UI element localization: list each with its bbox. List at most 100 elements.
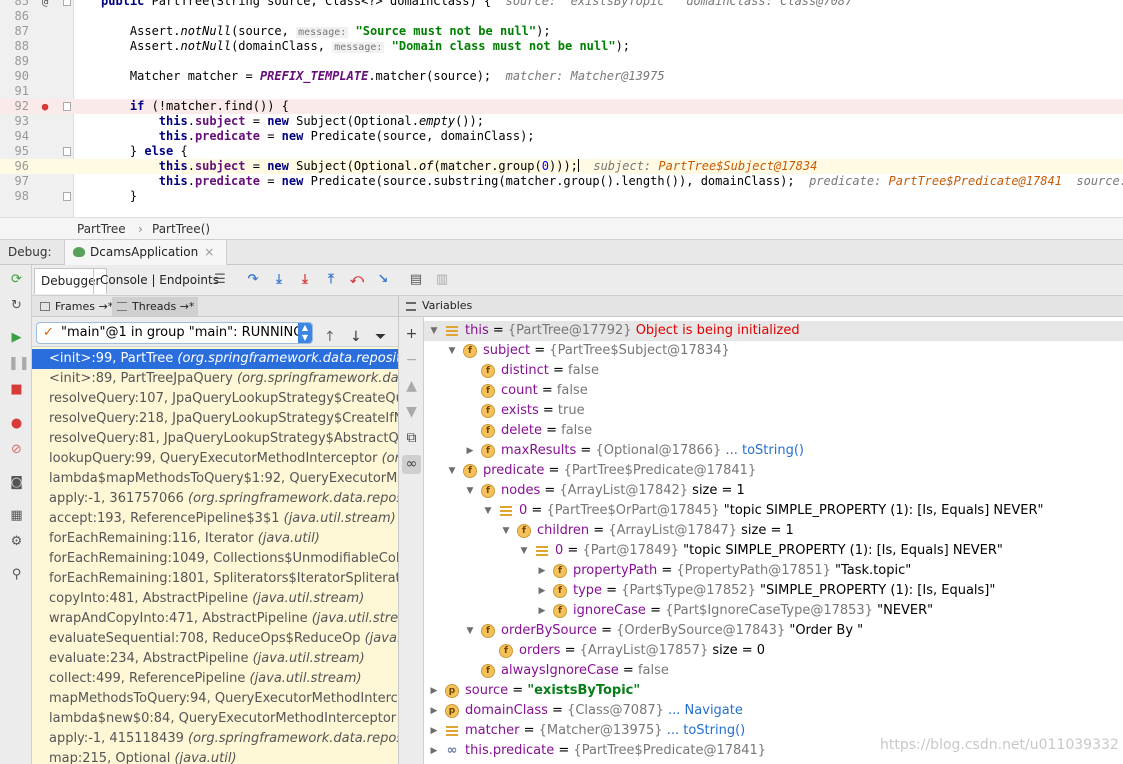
stack-frame[interactable]: map:215, Optional (java.util) [32, 749, 398, 764]
variable-action-link[interactable]: ... toString() [667, 723, 746, 738]
chevron-down-icon[interactable]: ▼ [482, 501, 494, 521]
pause-icon[interactable]: ❚❚ [8, 355, 30, 372]
chevron-right-icon[interactable]: ▶ [428, 741, 440, 761]
code-line[interactable]: 88 Assert.notNull(domainClass, message: … [0, 39, 1123, 54]
move-down-icon[interactable]: ▼ [402, 403, 421, 422]
resume-icon[interactable]: ▶ [8, 329, 25, 346]
chevron-right-icon[interactable]: ▶ [536, 601, 548, 621]
variable-action-link[interactable]: ... toString() [725, 443, 804, 458]
chevron-down-icon[interactable]: ▼ [446, 461, 458, 481]
code-line[interactable]: 98 } [0, 189, 1123, 204]
variable-row[interactable]: ▶ p domainClass = {Class@7087} ... Navigat… [424, 701, 1123, 721]
chevron-right-icon[interactable]: ▶ [428, 681, 440, 701]
line-number[interactable]: 89 [0, 54, 29, 69]
tab-console-endpoints[interactable]: Console | Endpoints [93, 268, 225, 294]
code-editor[interactable]: 85 @ public PartTree(String source, Class<… [0, 0, 1123, 217]
settings-gear-icon[interactable]: ⚙ [8, 533, 25, 550]
fold-icon[interactable] [63, 0, 71, 6]
stack-frame[interactable]: forEachRemaining:116, Iterator (java.uti… [32, 529, 398, 549]
variable-row[interactable]: ▼ f subject = {PartTree$Subject@17834} [424, 341, 1123, 361]
line-number[interactable]: 93 [0, 114, 29, 129]
variable-row[interactable]: f orders = {ArrayList@17857} size = 0 [424, 641, 1123, 661]
chevron-down-icon[interactable]: ▼ [464, 481, 476, 501]
code-line[interactable]: 94 this.predicate = new Predicate(source… [0, 129, 1123, 144]
tab-threads[interactable]: Threads →* [112, 297, 199, 316]
code-line[interactable]: 85 @ public PartTree(String source, Class<… [0, 0, 1123, 9]
mute-breakpoints-icon[interactable]: ⊘ [8, 441, 25, 458]
line-number[interactable]: 85 [0, 0, 29, 9]
stack-frame[interactable]: forEachRemaining:1049, Collections$Unmod… [32, 549, 398, 569]
variable-action-link[interactable]: ... Navigate [668, 703, 743, 718]
variable-row[interactable]: ▼ f orderBySource = {OrderBySource@17843} … [424, 621, 1123, 641]
copy-icon[interactable]: ⧉ [402, 429, 421, 448]
line-number[interactable]: 97 [0, 174, 29, 189]
line-number[interactable]: 90 [0, 69, 29, 84]
refresh-icon[interactable]: ↻ [8, 297, 25, 314]
line-number[interactable]: 96 [0, 159, 29, 174]
stack-frame[interactable]: <init>:99, PartTree (org.springframework… [32, 349, 398, 369]
chevron-right-icon[interactable]: ▶ [428, 701, 440, 721]
add-watch-icon[interactable]: + [402, 325, 421, 344]
stack-frame[interactable]: collect:499, ReferencePipeline (java.uti… [32, 669, 398, 689]
breadcrumb-class[interactable]: PartTree [77, 218, 126, 240]
step-over-icon[interactable]: ↷ [243, 270, 263, 290]
step-out-icon[interactable]: ⤒ [321, 270, 341, 290]
variable-row[interactable]: ▼ 0 = {Part@17849} "topic SIMPLE_PROPERTY… [424, 541, 1123, 561]
override-icon[interactable]: @ [38, 0, 52, 9]
code-line[interactable]: 89 [0, 54, 1123, 69]
stop-icon[interactable]: ■ [8, 381, 25, 398]
line-number[interactable]: 88 [0, 39, 29, 54]
variable-row[interactable]: ▶ f ignoreCase = {Part$IgnoreCaseType@1785… [424, 601, 1123, 621]
variable-row[interactable]: f count = false [424, 381, 1123, 401]
variable-row[interactable]: ▼ f predicate = {PartTree$Predicate@17841} [424, 461, 1123, 481]
code-line[interactable]: 86 [0, 9, 1123, 24]
fold-icon[interactable] [63, 147, 71, 156]
line-number[interactable]: 87 [0, 24, 29, 39]
thread-selector[interactable]: ✓ "main"@1 in group "main": RUNNING ▲ ▼ [36, 322, 313, 344]
chevron-down-icon[interactable]: ▼ [500, 521, 512, 541]
stack-frame[interactable]: lambda$mapMethodsToQuery$1:92, QueryExec… [32, 469, 398, 489]
chevron-right-icon[interactable]: ▶ [536, 561, 548, 581]
variable-row[interactable]: f alwaysIgnoreCase = false [424, 661, 1123, 681]
line-number[interactable]: 94 [0, 129, 29, 144]
variable-row[interactable]: ▼ f children = {ArrayList@17847} size = 1 [424, 521, 1123, 541]
stack-frame[interactable]: resolveQuery:218, JpaQueryLookupStrategy… [32, 409, 398, 429]
debug-session-tab[interactable]: DcamsApplication × [64, 240, 228, 265]
variable-row[interactable]: ▼ 0 = {PartTree$OrPart@17845} "topic SIMP… [424, 501, 1123, 521]
evaluate-expression-icon[interactable]: ▤ [406, 270, 426, 290]
stack-frame[interactable]: forEachRemaining:1801, Spliterators$Iter… [32, 569, 398, 589]
stack-frame[interactable]: apply:-1, 415118439 (org.springframework… [32, 729, 398, 749]
variable-row[interactable]: ▶ f propertyPath = {PropertyPath@17851} "T… [424, 561, 1123, 581]
chevron-down-icon[interactable]: ▼ [464, 621, 476, 641]
line-number[interactable]: 92 [0, 99, 29, 114]
variable-row[interactable]: f delete = false [424, 421, 1123, 441]
threads-menu-icon[interactable]: ☰ [210, 270, 230, 290]
chevron-down-icon[interactable]: ▼ [428, 321, 440, 341]
show-watches-icon[interactable]: ∞ [402, 455, 421, 474]
variable-row[interactable]: ▶ p source = "existsByTopic" [424, 681, 1123, 701]
layout-icon[interactable]: ▦ [8, 507, 25, 524]
breakpoint-icon[interactable]: ● [38, 99, 52, 114]
line-number[interactable]: 98 [0, 189, 29, 204]
line-number[interactable]: 91 [0, 84, 29, 99]
chevron-right-icon[interactable]: ▶ [464, 441, 476, 461]
line-number[interactable]: 86 [0, 9, 29, 24]
variable-row[interactable]: f exists = true [424, 401, 1123, 421]
code-line[interactable]: 97 this.predicate = new Predicate(source… [0, 174, 1123, 189]
code-line[interactable]: 95 } else { [0, 144, 1123, 159]
chevron-right-icon[interactable]: ▶ [428, 721, 440, 741]
stack-frame[interactable]: evaluate:234, AbstractPipeline (java.uti… [32, 649, 398, 669]
stack-frame[interactable]: mapMethodsToQuery:94, QueryExecutorMetho… [32, 689, 398, 709]
trace-icon[interactable]: ▥ [432, 270, 452, 290]
tab-frames[interactable]: Frames →* [35, 297, 117, 316]
variable-row[interactable]: ▼ f nodes = {ArrayList@17842} size = 1 [424, 481, 1123, 501]
variable-row[interactable]: ▶ f type = {Part$Type@17852} "SIMPLE_PROPE… [424, 581, 1123, 601]
stack-frame[interactable]: accept:193, ReferencePipeline$3$1 (java.… [32, 509, 398, 529]
code-line[interactable]: 93 this.subject = new Subject(Optional.e… [0, 114, 1123, 129]
code-line[interactable]: 91 [0, 84, 1123, 99]
drop-frame-icon[interactable]: ⤺ [347, 270, 367, 290]
fold-icon[interactable] [63, 192, 71, 201]
stack-frame[interactable]: resolveQuery:81, JpaQueryLookupStrategy$… [32, 429, 398, 449]
close-icon[interactable]: × [204, 245, 214, 259]
chevron-down-icon[interactable]: ▼ [518, 541, 530, 561]
